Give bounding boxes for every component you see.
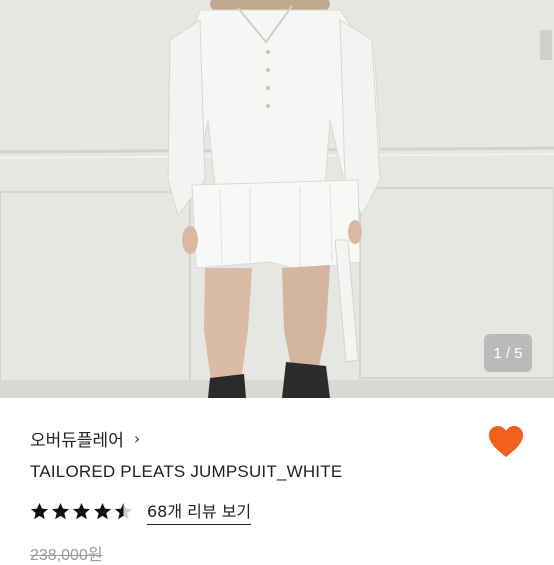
star-icon [51,502,70,520]
product-title: TAILORED PLEATS JUMPSUIT_WHITE [30,462,343,481]
image-counter: 1 / 5 [484,334,532,372]
star-icon [93,502,112,520]
rating-row: 68개 리뷰 보기 [30,498,252,525]
product-image[interactable]: 1 / 5 [0,0,554,398]
star-icon [30,502,49,520]
half-star-icon [114,502,133,520]
reviews-link[interactable]: 68개 리뷰 보기 [147,498,252,525]
star-rating [30,502,133,521]
product-photo [0,0,554,398]
chevron-right-icon: › [133,429,141,448]
brand-link[interactable]: 오버듀플레어 › [30,426,140,451]
brand-name: 오버듀플레어 [30,431,124,451]
product-info: 오버듀플레어 › TAILORED PLEATS JUMPSUIT_WHITE … [0,398,554,564]
heart-icon[interactable] [488,425,524,459]
star-icon [72,502,91,520]
original-price: 238,000원 [30,547,103,564]
